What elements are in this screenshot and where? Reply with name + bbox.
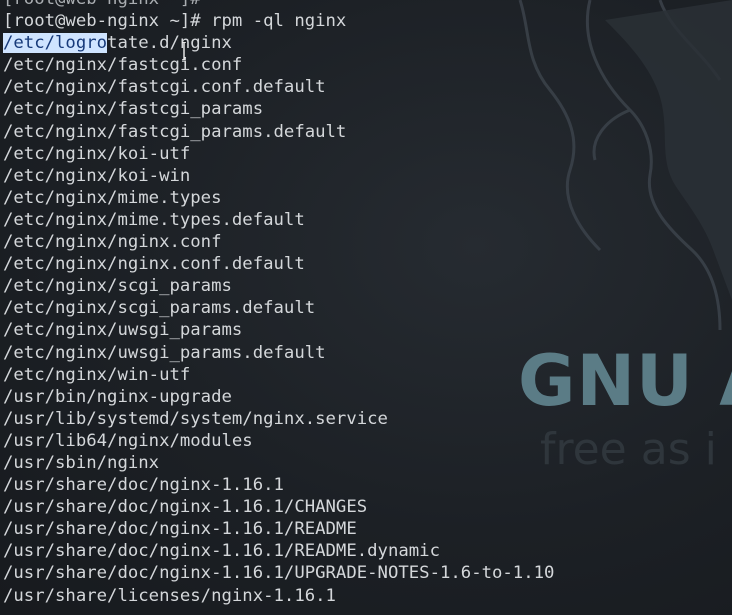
- terminal-line: /etc/nginx/mime.types: [3, 187, 222, 208]
- terminal-line: /etc/nginx/fastcgi.conf: [3, 55, 243, 76]
- terminal-line: /usr/share/doc/nginx-1.16.1/CHANGES: [3, 497, 368, 518]
- selected-text: /etc/logro: [3, 33, 108, 54]
- terminal-line: /etc/nginx/uwsgi_params.default: [3, 342, 326, 363]
- terminal-line: /etc/nginx/mime.types.default: [3, 209, 305, 230]
- terminal-line: /etc/nginx/fastcgi.conf.default: [3, 77, 326, 98]
- terminal-line: /etc/nginx/koi-win: [3, 165, 191, 186]
- terminal-line: /usr/bin/nginx-upgrade: [3, 386, 232, 407]
- terminal-line: /etc/nginx/scgi_params: [3, 276, 232, 297]
- terminal-line-rest: tate.d/nginx: [107, 33, 232, 54]
- terminal-line: /etc/nginx/scgi_params.default: [3, 298, 316, 319]
- terminal-line: /usr/share/doc/nginx-1.16.1/README.dynam…: [3, 541, 440, 562]
- terminal-line: /etc/nginx/fastcgi_params: [3, 99, 264, 120]
- terminal-line: /usr/lib64/nginx/modules: [3, 430, 253, 451]
- terminal-line: /usr/share/licenses/nginx-1.16.1: [3, 585, 336, 606]
- terminal-line: /etc/nginx/uwsgi_params: [3, 320, 243, 341]
- terminal-line: /etc/nginx/nginx.conf.default: [3, 254, 305, 275]
- terminal-line: /usr/share/doc/nginx-1.16.1/README: [3, 519, 357, 540]
- terminal-line: /etc/nginx/fastcgi_params.default: [3, 121, 347, 142]
- terminal-line: /etc/nginx/koi-utf: [3, 143, 191, 164]
- terminal-line: /etc/logrotate.d/nginx: [3, 32, 732, 54]
- terminal-line: /etc/nginx/win-utf: [3, 364, 191, 385]
- text-cursor-icon: [182, 42, 186, 60]
- terminal-line: /usr/sbin/nginx: [3, 452, 160, 473]
- shell-prompt-line: [root@web-nginx ~]#: [3, 0, 732, 10]
- terminal-line: /usr/share/doc/nginx-1.16.1/UPGRADE-NOTE…: [3, 563, 555, 584]
- terminal-line: /usr/lib/systemd/system/nginx.service: [3, 408, 388, 429]
- terminal-output[interactable]: [root@web-nginx ~]#[root@web-nginx ~]# r…: [3, 0, 732, 607]
- terminal-line: /usr/share/doc/nginx-1.16.1: [3, 475, 284, 496]
- terminal-line: /etc/nginx/nginx.conf: [3, 232, 222, 253]
- desktop-screen: GNU A free as i [root@web-nginx ~]#[root…: [0, 0, 732, 615]
- shell-prompt-line: [root@web-nginx ~]# rpm -ql nginx: [3, 11, 347, 32]
